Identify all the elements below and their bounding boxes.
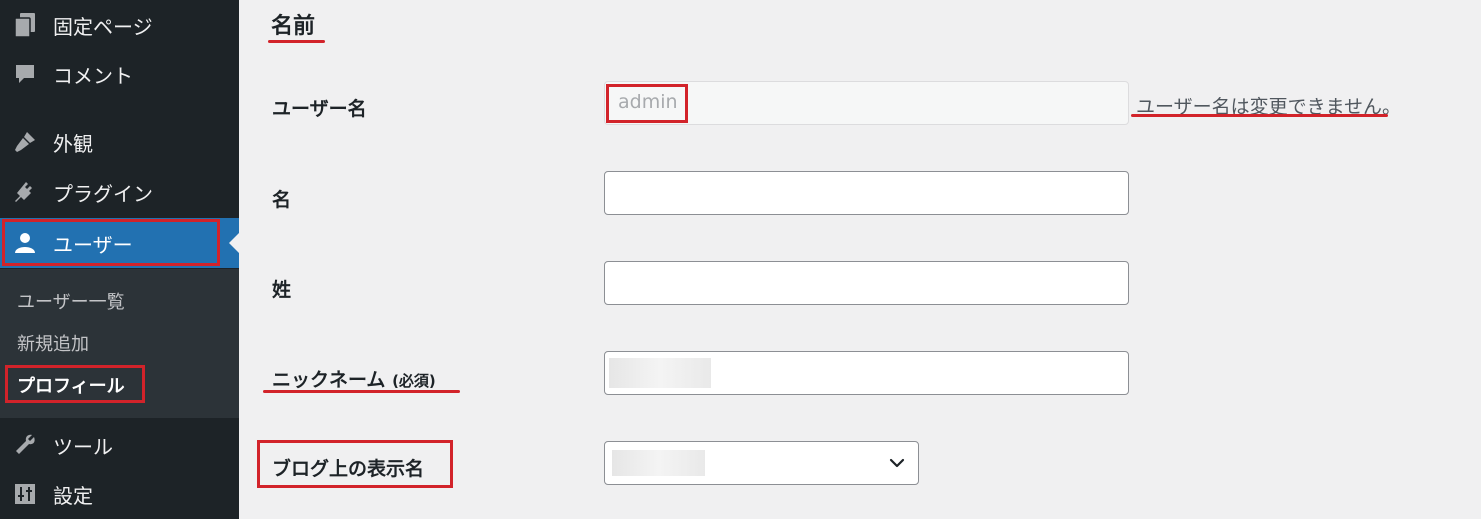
sidebar-item-comments[interactable]: コメント <box>0 49 239 99</box>
highlight-underline-title <box>268 40 325 43</box>
submenu-item-all-users[interactable]: ユーザー一覧 <box>17 288 125 314</box>
nickname-field[interactable] <box>604 351 1129 395</box>
blurred-value <box>612 450 705 476</box>
sidebar-item-pages[interactable]: 固定ページ <box>0 0 239 50</box>
section-title: 名前 <box>271 14 316 39</box>
chevron-down-icon <box>889 458 905 468</box>
sidebar-item-label: 固定ページ <box>53 14 153 39</box>
username-label: ユーザー名 <box>272 98 367 120</box>
sidebar-item-label: 設定 <box>53 483 93 508</box>
settings-icon <box>12 481 38 507</box>
submenu-item-add-new[interactable]: 新規追加 <box>17 330 89 356</box>
appearance-icon <box>12 129 38 155</box>
last-name-label: 姓 <box>272 279 292 301</box>
highlight-underline-nickname <box>263 390 460 393</box>
sidebar-item-label: ツール <box>53 434 113 459</box>
sidebar-item-label: プラグイン <box>53 181 153 206</box>
first-name-label: 名 <box>272 189 292 211</box>
first-name-field[interactable] <box>604 171 1129 215</box>
highlight-box-username <box>606 84 688 123</box>
required-marker: (必須) <box>392 372 436 390</box>
wrench-icon <box>12 432 38 458</box>
highlight-box-display-name <box>257 440 453 488</box>
nickname-label-text: ニックネーム <box>272 369 386 391</box>
sidebar-item-tools[interactable]: ツール <box>0 420 239 470</box>
comment-icon <box>12 61 38 87</box>
sidebar-item-label: 外観 <box>53 131 93 156</box>
blurred-value <box>609 358 711 388</box>
sidebar-item-settings[interactable]: 設定 <box>0 469 239 519</box>
highlight-box-profile <box>5 365 145 403</box>
highlight-box-users <box>2 219 220 266</box>
sidebar-item-appearance[interactable]: 外観 <box>0 117 239 167</box>
display-name-select[interactable] <box>604 441 919 485</box>
page-icon <box>12 12 38 38</box>
nickname-label: ニックネーム (必須) <box>272 365 436 392</box>
plugin-icon <box>12 179 38 205</box>
sidebar-item-plugins[interactable]: プラグイン <box>0 167 239 217</box>
highlight-underline-hint <box>1131 114 1388 117</box>
last-name-field[interactable] <box>604 261 1129 305</box>
sidebar-item-label: コメント <box>53 63 133 88</box>
